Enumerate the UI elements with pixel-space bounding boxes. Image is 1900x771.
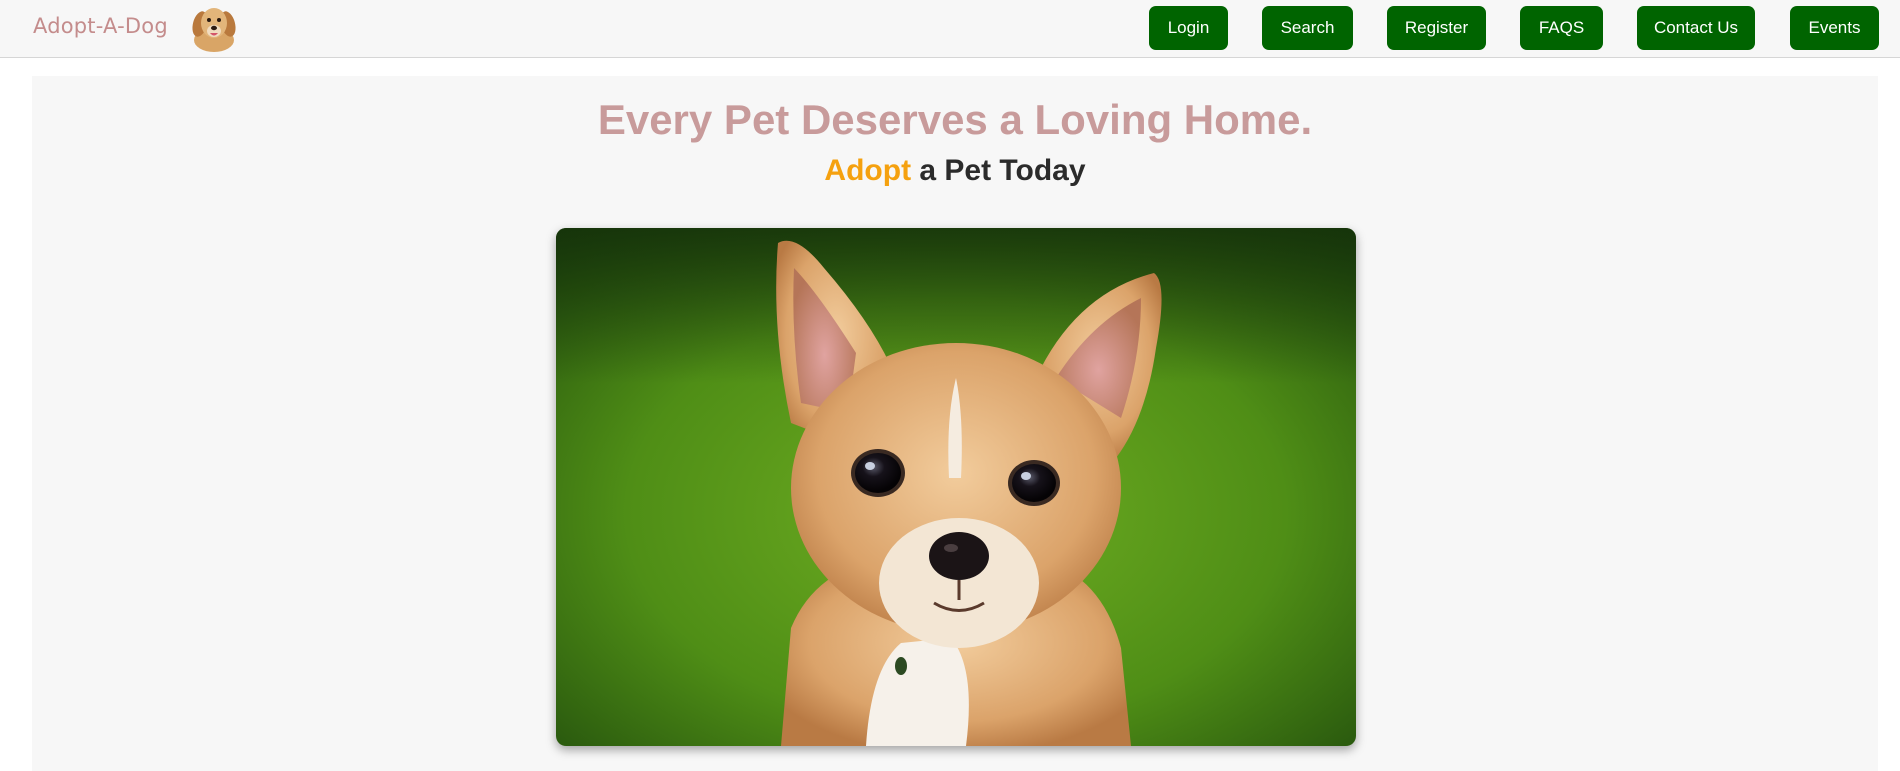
subheadline-accent: Adopt — [824, 154, 912, 187]
hero-subheadline: Adopt a Pet Today — [0, 154, 1900, 188]
golden-retriever-icon — [192, 8, 236, 52]
hero-headline: Every Pet Deserves a Loving Home. — [597, 96, 1313, 143]
faqs-button[interactable]: FAQS — [1520, 6, 1603, 50]
chihuahua-on-grass-photo — [556, 228, 1356, 746]
contact-us-button[interactable]: Contact Us — [1637, 6, 1755, 50]
register-button[interactable]: Register — [1387, 6, 1486, 50]
hero-image — [556, 228, 1356, 746]
top-navbar: Adopt-A-Dog Login Search Register FAQS C… — [0, 0, 1900, 58]
login-button[interactable]: Login — [1149, 6, 1228, 50]
subheadline-rest: a Pet Today — [911, 154, 1086, 187]
events-button[interactable]: Events — [1790, 6, 1879, 50]
site-brand[interactable]: Adopt-A-Dog — [33, 14, 168, 38]
search-button[interactable]: Search — [1262, 6, 1353, 50]
